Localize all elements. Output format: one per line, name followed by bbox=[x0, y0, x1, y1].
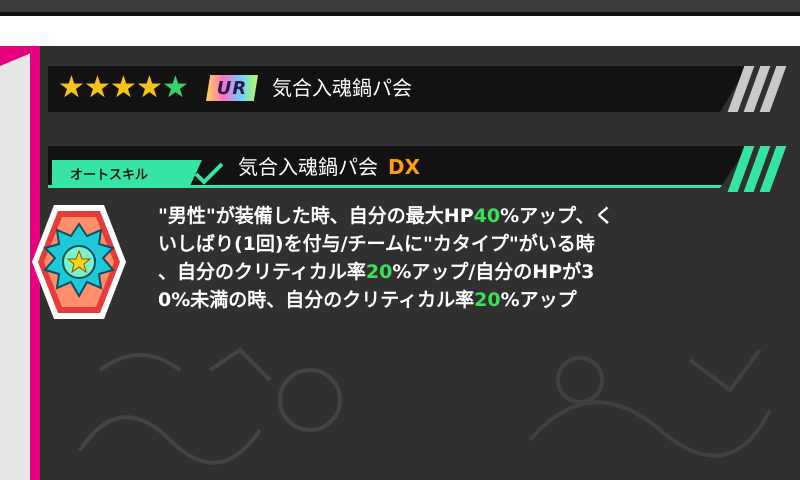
header-stripes-decoration bbox=[727, 66, 796, 112]
skill-description: "男性"が装備した時、自分の最大HP40%アップ、く いしばり(1回)を付与/チ… bbox=[158, 202, 748, 314]
star-icon: ★ bbox=[84, 70, 111, 105]
skill-type-tag: オートスキル bbox=[52, 160, 202, 186]
background-doodle bbox=[78, 347, 342, 465]
equipment-detail-screen: ★ ★ ★ ★ ★ UR 気合入魂鍋パ会 オートスキル 気合入魂鍋パ会 DX "男… bbox=[0, 0, 800, 480]
skill-title: 気合入魂鍋パ会 DX bbox=[238, 153, 420, 181]
background-doodle-right bbox=[528, 348, 772, 458]
check-mark-icon bbox=[194, 162, 224, 184]
highlight-value: 20 bbox=[365, 261, 393, 283]
highlight-value: 20 bbox=[474, 289, 501, 311]
rank-label: UR bbox=[216, 77, 248, 99]
top-header-strip bbox=[0, 12, 800, 46]
star-icon: ★ bbox=[162, 70, 189, 105]
rarity-stars: ★ ★ ★ ★ ★ bbox=[58, 70, 189, 106]
rank-badge: UR bbox=[206, 75, 258, 101]
equipment-name: 気合入魂鍋パ会 bbox=[272, 76, 412, 100]
skill-emblem-icon bbox=[32, 205, 126, 319]
skill-suffix: DX bbox=[388, 155, 421, 179]
description-line-1: "男性"が装備した時、自分の最大HP40%アップ、く bbox=[158, 205, 614, 227]
skill-name: 気合入魂鍋パ会 bbox=[238, 155, 378, 179]
skill-type-label: オートスキル bbox=[70, 167, 149, 183]
description-line-2: いしばり(1回)を付与/チームに"カタイプ"がいる時 bbox=[158, 233, 595, 255]
highlight-value: 40 bbox=[473, 205, 501, 227]
skill-stripes-decoration bbox=[727, 146, 796, 192]
description-line-4: 0%未満の時、自分のクリティカル率20%アップ bbox=[158, 289, 577, 311]
star-icon: ★ bbox=[110, 70, 137, 105]
star-icon: ★ bbox=[58, 70, 85, 105]
star-icon: ★ bbox=[136, 70, 163, 105]
description-line-3: 、自分のクリティカル率20%アップ/自分のHPが3 bbox=[158, 261, 595, 283]
